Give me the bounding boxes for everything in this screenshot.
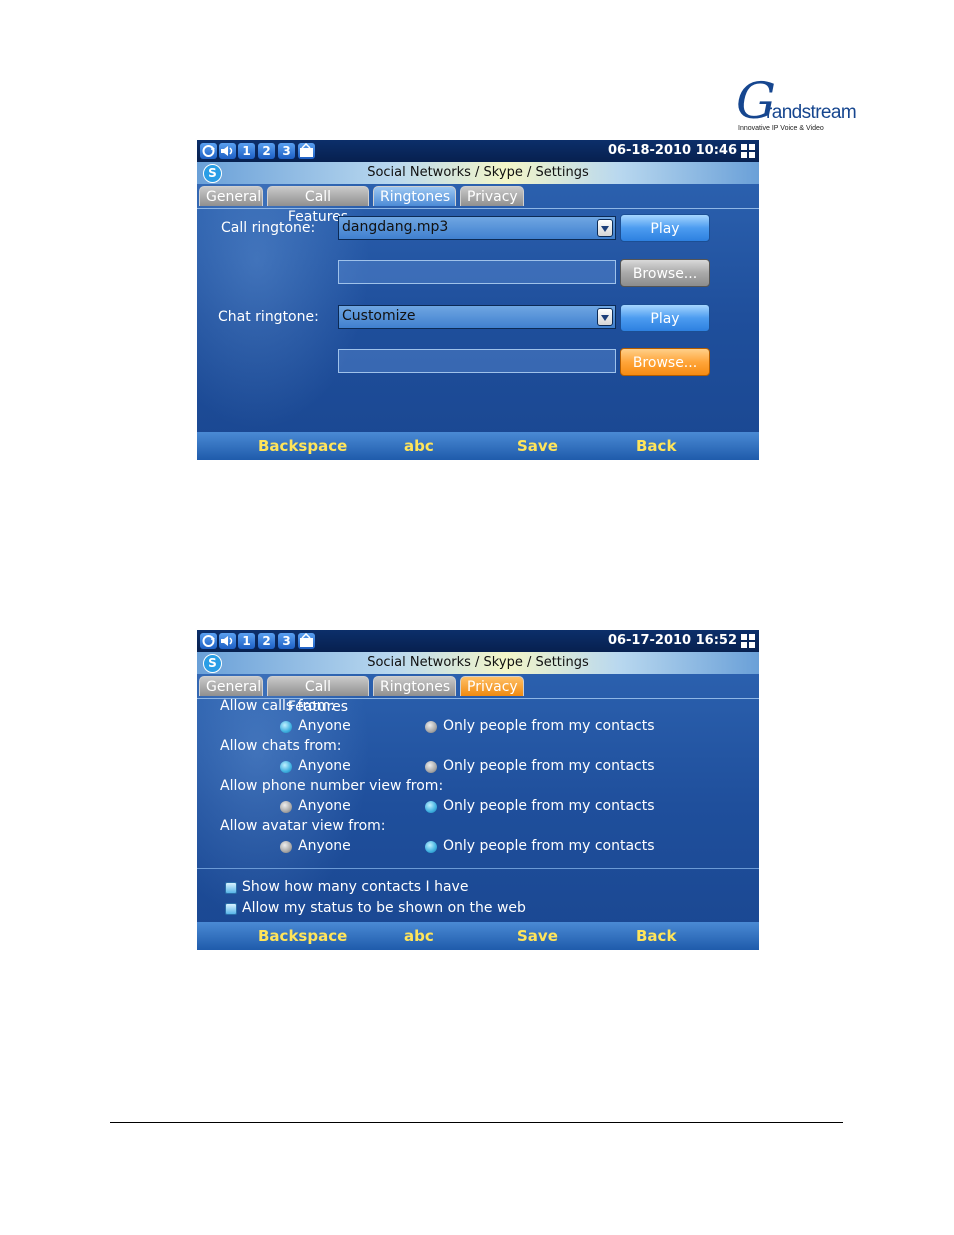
title-bar: S Social Networks / Skype / Settings — [197, 652, 759, 674]
calls-anyone-radio[interactable] — [280, 721, 292, 733]
dropdown-arrow-icon[interactable] — [597, 219, 613, 237]
call-ringtone-file-field[interactable] — [338, 260, 616, 284]
line-2-icon[interactable]: 2 — [258, 633, 275, 649]
avatar-anyone-label[interactable]: Anyone — [298, 838, 351, 854]
tab-general[interactable]: General — [199, 186, 263, 206]
sync-icon — [200, 633, 217, 649]
call-ringtone-browse-button[interactable]: Browse... — [620, 259, 710, 287]
page-title: Social Networks / Skype / Settings — [367, 165, 589, 180]
allow-avatar-view-label: Allow avatar view from: — [220, 818, 386, 834]
phone-anyone-radio[interactable] — [280, 801, 292, 813]
tab-call-features[interactable]: Call Features — [267, 186, 369, 225]
line-3-icon[interactable]: 3 — [278, 143, 295, 159]
tab-bar: General Call Features Ringtones Privacy — [197, 674, 759, 715]
softkey-abc[interactable]: abc — [404, 437, 434, 455]
calls-anyone-label[interactable]: Anyone — [298, 718, 351, 734]
chat-ringtone-play-button[interactable]: Play — [620, 304, 710, 332]
softkey-backspace[interactable]: Backspace — [258, 437, 347, 455]
speaker-icon — [219, 143, 236, 159]
apps-grid-icon[interactable] — [741, 634, 755, 648]
tab-call-features[interactable]: Call Features — [267, 676, 369, 715]
softkey-bar: Backspace abc Save Back — [197, 432, 759, 460]
chat-ringtone-label: Chat ringtone: — [218, 309, 319, 325]
call-ringtone-value: dangdang.mp3 — [342, 219, 449, 235]
avatar-contacts-radio[interactable] — [425, 841, 437, 853]
softkey-back[interactable]: Back — [636, 927, 676, 945]
footer-rule — [110, 1122, 843, 1123]
avatar-anyone-radio[interactable] — [280, 841, 292, 853]
chat-ringtone-value: Customize — [342, 308, 416, 324]
show-contacts-count-checkbox[interactable] — [225, 882, 237, 894]
status-datetime: 06-18-2010 10:46 — [607, 143, 737, 158]
dropdown-arrow-icon[interactable] — [597, 308, 613, 326]
call-ringtone-play-button[interactable]: Play — [620, 214, 710, 242]
chat-ringtone-file-field[interactable] — [338, 349, 616, 373]
softkey-bar: Backspace abc Save Back — [197, 922, 759, 950]
line-1-icon[interactable]: 1 — [238, 143, 255, 159]
tab-ringtones[interactable]: Ringtones — [373, 186, 456, 206]
chats-contacts-radio[interactable] — [425, 761, 437, 773]
chats-anyone-label[interactable]: Anyone — [298, 758, 351, 774]
avatar-contacts-label[interactable]: Only people from my contacts — [443, 838, 655, 854]
status-bar: 1 2 3 06-18-2010 10:46 — [197, 140, 759, 162]
ringtones-screenshot: 1 2 3 06-18-2010 10:46 S Social Networks… — [197, 140, 759, 460]
tab-ringtones[interactable]: Ringtones — [373, 676, 456, 696]
call-ringtone-label: Call ringtone: — [221, 220, 316, 236]
page-title: Social Networks / Skype / Settings — [367, 655, 589, 670]
softkey-back[interactable]: Back — [636, 437, 676, 455]
calls-contacts-radio[interactable] — [425, 721, 437, 733]
calls-contacts-label[interactable]: Only people from my contacts — [443, 718, 655, 734]
chat-ringtone-select[interactable]: Customize — [338, 305, 616, 329]
section-divider — [197, 868, 759, 869]
status-on-web-checkbox[interactable] — [225, 903, 237, 915]
line-3-icon[interactable]: 3 — [278, 633, 295, 649]
tab-bar: General Call Features Ringtones Privacy — [197, 184, 759, 225]
status-bar: 1 2 3 06-17-2010 16:52 — [197, 630, 759, 652]
allow-chats-label: Allow chats from: — [220, 738, 342, 754]
softkey-save[interactable]: Save — [517, 437, 558, 455]
status-datetime: 06-17-2010 16:52 — [607, 633, 737, 648]
status-on-web-label[interactable]: Allow my status to be shown on the web — [242, 900, 526, 916]
logo-word: randstream — [766, 102, 857, 123]
phone-contacts-label[interactable]: Only people from my contacts — [443, 798, 655, 814]
phone-contacts-radio[interactable] — [425, 801, 437, 813]
speaker-icon — [219, 633, 236, 649]
apps-grid-icon[interactable] — [741, 144, 755, 158]
allow-phone-view-label: Allow phone number view from: — [220, 778, 444, 794]
line-2-icon[interactable]: 2 — [258, 143, 275, 159]
title-bar: S Social Networks / Skype / Settings — [197, 162, 759, 184]
message-icon — [298, 142, 315, 159]
grandstream-logo: G randstream Innovative IP Voice & Video — [736, 76, 857, 136]
tab-privacy[interactable]: Privacy — [460, 186, 524, 206]
phone-anyone-label[interactable]: Anyone — [298, 798, 351, 814]
chats-anyone-radio[interactable] — [280, 761, 292, 773]
privacy-screenshot: 1 2 3 06-17-2010 16:52 S Social Networks… — [197, 630, 759, 950]
softkey-abc[interactable]: abc — [404, 927, 434, 945]
chats-contacts-label[interactable]: Only people from my contacts — [443, 758, 655, 774]
chat-ringtone-browse-button[interactable]: Browse... — [620, 348, 710, 376]
allow-calls-label: Allow calls from: — [220, 698, 335, 714]
show-contacts-count-label[interactable]: Show how many contacts I have — [242, 879, 468, 895]
line-1-icon[interactable]: 1 — [238, 633, 255, 649]
sync-icon — [200, 143, 217, 159]
logo-tagline: Innovative IP Voice & Video — [738, 125, 824, 132]
tab-privacy[interactable]: Privacy — [460, 676, 524, 696]
softkey-backspace[interactable]: Backspace — [258, 927, 347, 945]
softkey-save[interactable]: Save — [517, 927, 558, 945]
message-icon — [298, 632, 315, 649]
tab-general[interactable]: General — [199, 676, 263, 696]
call-ringtone-select[interactable]: dangdang.mp3 — [338, 216, 616, 240]
